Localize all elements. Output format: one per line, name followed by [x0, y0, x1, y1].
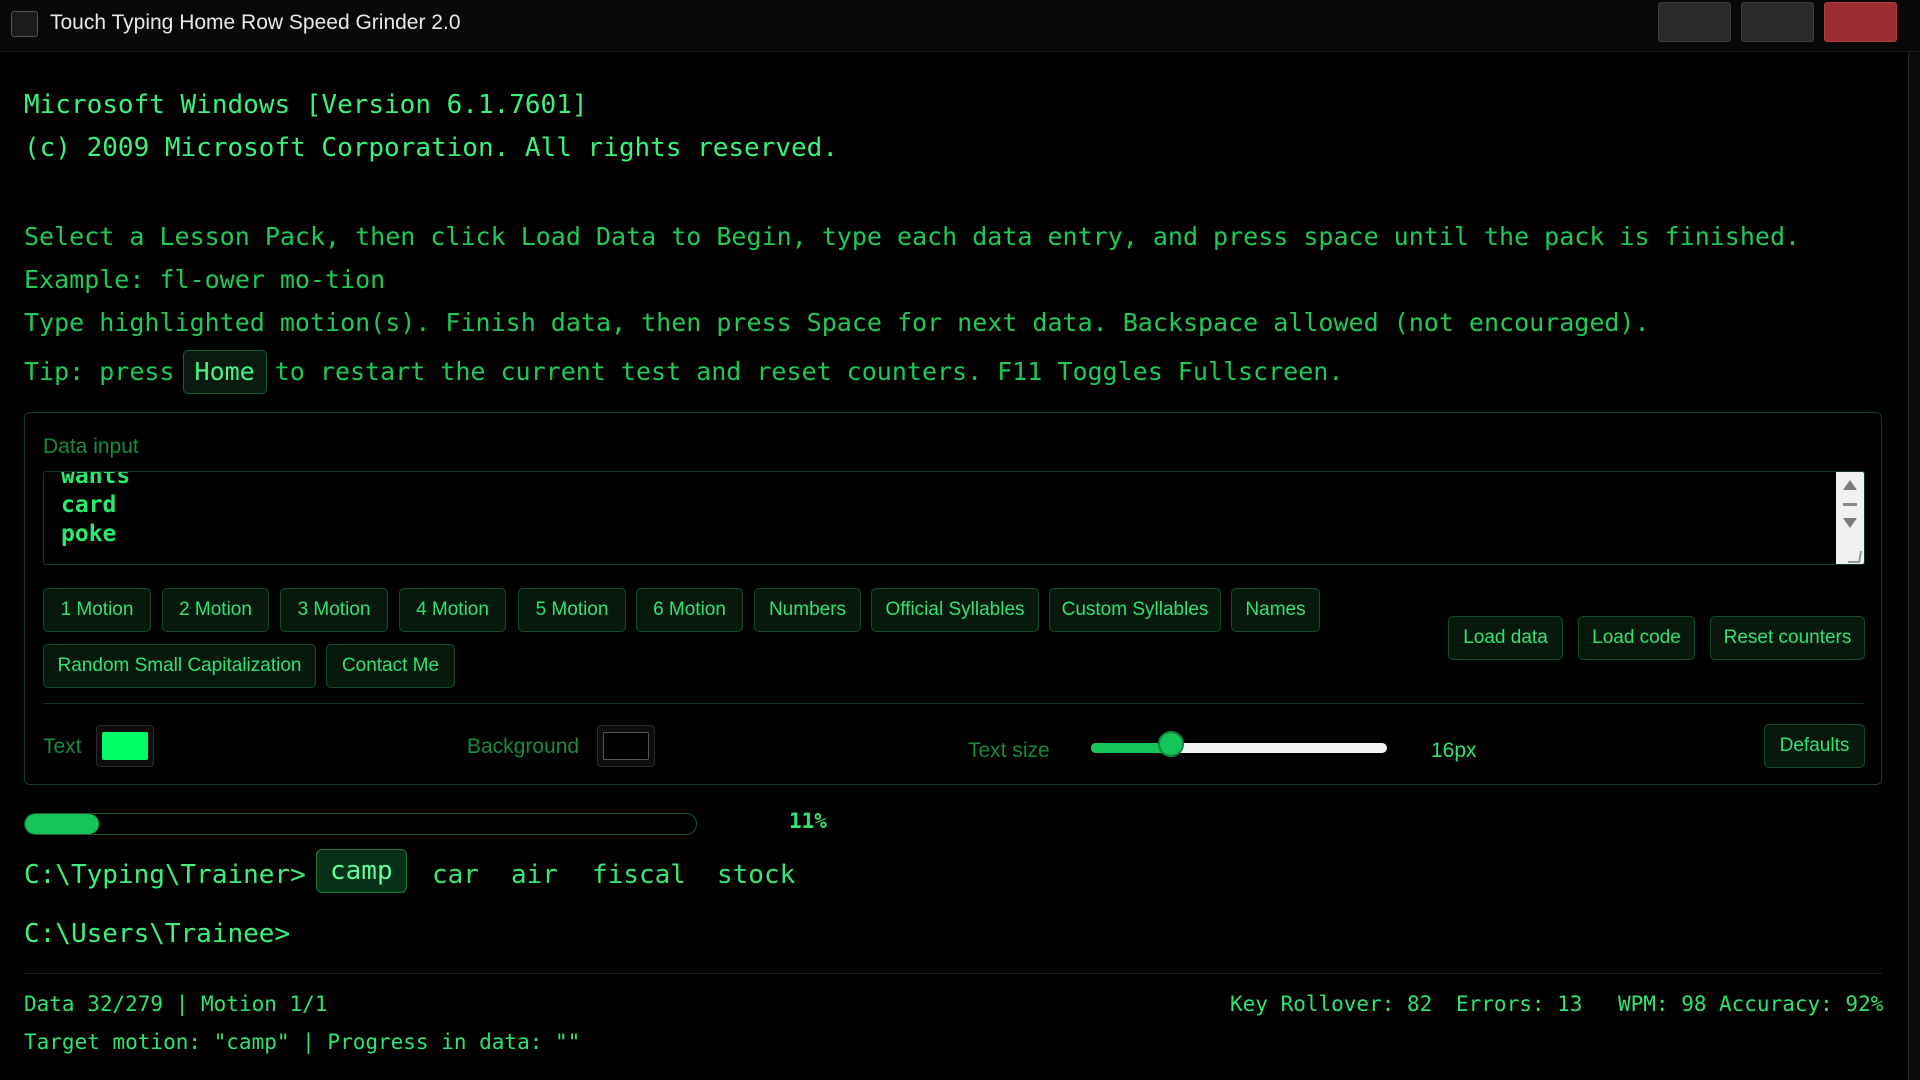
load-code-button[interactable]: Load code	[1578, 616, 1695, 660]
lesson-button-4-motion[interactable]: 4 Motion	[399, 588, 506, 632]
background-color-label: Background	[467, 735, 580, 758]
data-input-line: wants	[61, 471, 131, 489]
data-input-line: card	[61, 492, 117, 518]
tip-suffix: to restart the current test and reset co…	[274, 357, 1344, 386]
text-color-label: Text	[43, 735, 82, 758]
progress-percent: 11%	[789, 809, 827, 833]
upcoming-word: car	[432, 860, 479, 890]
lesson-button-custom-syllables[interactable]: Custom Syllables	[1049, 588, 1221, 632]
scroll-thumb[interactable]	[1843, 503, 1857, 506]
reset-counters-button[interactable]: Reset counters	[1710, 616, 1865, 660]
text-color-swatch	[102, 732, 148, 760]
lesson-button-names[interactable]: Names	[1231, 588, 1320, 632]
text-size-slider[interactable]	[1091, 743, 1387, 753]
type-hint-text: Type highlighted motion(s). Finish data,…	[24, 308, 1650, 337]
progress-bar	[24, 813, 697, 835]
defaults-button[interactable]: Defaults	[1764, 724, 1865, 768]
maximize-button[interactable]	[1741, 2, 1814, 42]
text-size-slider-thumb[interactable]	[1157, 731, 1184, 757]
background-color-picker[interactable]	[597, 725, 655, 767]
app-icon	[11, 11, 38, 37]
text-size-value: 16px	[1431, 739, 1477, 762]
panel-divider	[43, 703, 1865, 704]
upcoming-word: air	[511, 860, 558, 890]
progress-bar-fill	[25, 814, 99, 834]
data-input-textarea[interactable]: wants card poke	[43, 471, 1865, 565]
background-color-swatch	[603, 732, 649, 760]
upcoming-word: stock	[717, 860, 796, 890]
settings-panel: Data input wants card poke 1 Motion 2 Mo…	[24, 412, 1882, 785]
load-data-button[interactable]: Load data	[1448, 616, 1563, 660]
data-input-line: poke	[61, 521, 117, 547]
user-prompt[interactable]: C:\Users\Trainee>	[24, 919, 290, 949]
upcoming-word: fiscal	[592, 860, 686, 890]
status-divider	[24, 973, 1882, 974]
lesson-button-6-motion[interactable]: 6 Motion	[636, 588, 743, 632]
random-small-capitalization-button[interactable]: Random Small Capitalization	[43, 644, 316, 688]
lesson-button-2-motion[interactable]: 2 Motion	[162, 588, 269, 632]
key-rollover-stat: Key Rollover: 82	[1230, 992, 1433, 1016]
trainer-prompt: C:\Typing\Trainer>	[24, 860, 306, 890]
minimize-button[interactable]	[1658, 2, 1731, 42]
target-motion-line: Target motion: "camp" | Progress in data…	[24, 1030, 581, 1054]
lesson-button-5-motion[interactable]: 5 Motion	[518, 588, 626, 632]
lesson-button-numbers[interactable]: Numbers	[754, 588, 861, 632]
data-input-label: Data input	[43, 435, 139, 458]
instruction-text: Select a Lesson Pack, then click Load Da…	[24, 222, 1801, 251]
console-header-copyright: (c) 2009 Microsoft Corporation. All righ…	[24, 133, 838, 163]
lesson-button-1-motion[interactable]: 1 Motion	[43, 588, 151, 632]
title-bar: Touch Typing Home Row Speed Grinder 2.0	[0, 0, 1920, 52]
console-header-version: Microsoft Windows [Version 6.1.7601]	[24, 90, 588, 120]
contact-me-button[interactable]: Contact Me	[326, 644, 455, 688]
text-color-picker[interactable]	[96, 725, 154, 767]
text-size-label: Text size	[968, 739, 1050, 762]
tip-prefix: Tip: press	[24, 357, 175, 386]
wpm-stat: WPM: 98	[1618, 992, 1707, 1016]
scroll-down-arrow-icon[interactable]	[1843, 518, 1857, 528]
scroll-up-arrow-icon[interactable]	[1843, 480, 1857, 490]
errors-stat: Errors: 13	[1456, 992, 1583, 1016]
lesson-button-3-motion[interactable]: 3 Motion	[280, 588, 388, 632]
tip-line: Tip: press Home to restart the current tes…	[24, 350, 1343, 394]
home-key-badge: Home	[182, 350, 267, 394]
lesson-button-official-syllables[interactable]: Official Syllables	[871, 588, 1039, 632]
window-scrollbar[interactable]	[1908, 52, 1920, 1080]
resize-grip-icon[interactable]	[1847, 551, 1863, 563]
example-text: Example: fl-ower mo-tion	[24, 265, 386, 294]
data-counter: Data 32/279 | Motion 1/1	[24, 992, 328, 1016]
current-word: camp	[316, 849, 407, 893]
window-title: Touch Typing Home Row Speed Grinder 2.0	[50, 11, 461, 34]
accuracy-stat: Accuracy: 92%	[1719, 992, 1884, 1016]
close-button[interactable]	[1824, 2, 1897, 42]
textarea-scrollbar[interactable]	[1836, 472, 1864, 564]
